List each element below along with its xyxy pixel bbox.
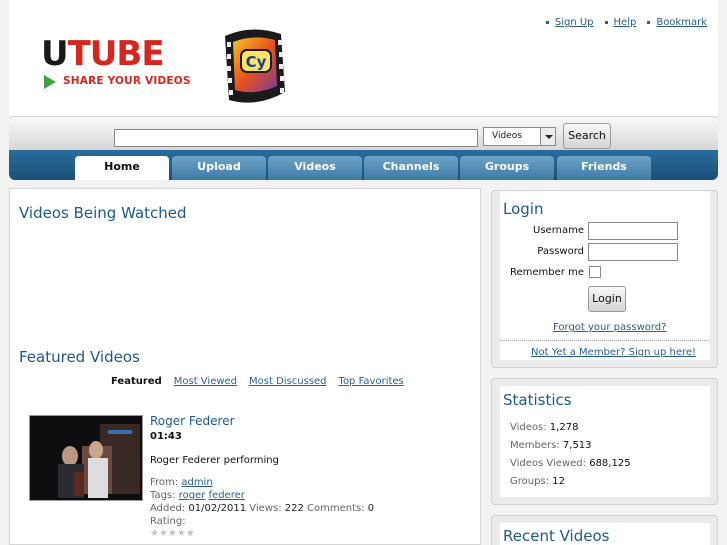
tag-link[interactable]: roger xyxy=(179,490,206,501)
bookmark-link-wrap: Bookmark xyxy=(647,17,707,28)
svg-text:Cy: Cy xyxy=(246,53,267,71)
stat-value: 12 xyxy=(552,476,565,487)
added-value: 01/02/2011 xyxy=(188,503,247,514)
logo-letter-u: U xyxy=(41,34,69,74)
watched-title: Videos Being Watched xyxy=(19,204,187,222)
bullet-icon xyxy=(604,20,608,24)
tab-videos[interactable]: Videos xyxy=(268,156,362,180)
video-duration: 01:43 xyxy=(150,431,182,442)
signup-link-wrap: Sign Up xyxy=(545,17,594,28)
tab-upload[interactable]: Upload xyxy=(172,156,266,180)
comments-value: 0 xyxy=(367,503,375,514)
added-label: Added: xyxy=(150,503,186,514)
password-label: Password xyxy=(537,246,584,257)
video-from: From: admin xyxy=(150,477,213,488)
stat-value: 688,125 xyxy=(589,458,631,469)
stat-value: 7,513 xyxy=(562,440,592,451)
recent-videos-title: Recent Videos xyxy=(503,527,610,545)
logo-tagline: SHARE YOUR VIDEOS xyxy=(63,75,191,87)
search-button[interactable]: Search xyxy=(563,123,611,149)
logo-wordmark: UTUBE xyxy=(41,34,165,74)
tab-groups[interactable]: Groups xyxy=(460,156,554,180)
tab-channels[interactable]: Channels xyxy=(364,156,458,180)
stat-label: Videos: xyxy=(510,422,547,433)
subtab-most-discussed[interactable]: Most Discussed xyxy=(249,376,327,387)
stat-label: Videos Viewed: xyxy=(510,458,587,469)
logo-letters-tube: TUBE xyxy=(67,34,165,74)
stat-groups: Groups: 12 xyxy=(510,476,565,487)
help-link[interactable]: Help xyxy=(614,17,637,28)
recent-videos-box: Recent Videos xyxy=(491,515,718,545)
rating-stars-icon: ★★★★★ xyxy=(150,528,195,539)
stat-videos: Videos: 1,278 xyxy=(510,422,578,433)
search-type-select[interactable]: Videos xyxy=(483,127,556,146)
site-logo[interactable]: UTUBE SHARE YOUR VIDEOS Cy xyxy=(41,26,291,110)
signup-link[interactable]: Sign Up xyxy=(555,17,594,28)
page: Sign Up Help Bookmark UTUBE SHARE YOUR V… xyxy=(0,0,727,545)
stat-label: Groups: xyxy=(510,476,550,487)
header: Sign Up Help Bookmark UTUBE SHARE YOUR V… xyxy=(9,0,718,116)
forgot-password-link[interactable]: Forgot your password? xyxy=(553,322,666,333)
divider xyxy=(500,340,709,341)
video-title-link[interactable]: Roger Federer xyxy=(150,414,235,428)
stat-value: 1,278 xyxy=(549,422,579,433)
video-stats: Added: 01/02/2011 Views: 222 Comments: 0 xyxy=(150,503,374,514)
main-nav: Home Upload Videos Channels Groups Frien… xyxy=(9,150,718,180)
video-tags: Tags: roger federer xyxy=(150,490,245,501)
comments-label: Comments: xyxy=(307,503,365,514)
stat-label: Members: xyxy=(510,440,560,451)
username-field[interactable] xyxy=(588,222,678,240)
login-title: Login xyxy=(503,200,544,218)
remember-checkbox[interactable] xyxy=(589,266,601,278)
tab-home[interactable]: Home xyxy=(75,156,169,180)
tab-friends[interactable]: Friends xyxy=(557,156,651,180)
stat-members: Members: 7,513 xyxy=(510,440,592,451)
subtab-top-favorites[interactable]: Top Favorites xyxy=(339,376,404,387)
search-bar: Videos Search xyxy=(9,116,718,150)
video-author-link[interactable]: admin xyxy=(181,477,212,488)
password-field[interactable] xyxy=(588,243,678,261)
statistics-box: Statistics Videos: 1,278 Members: 7,513 … xyxy=(491,378,718,505)
video-thumbnail-image xyxy=(30,416,142,500)
help-link-wrap: Help xyxy=(604,17,637,28)
chevron-down-icon[interactable] xyxy=(540,128,555,145)
search-input[interactable] xyxy=(114,129,478,147)
bullet-icon xyxy=(647,20,651,24)
username-label: Username xyxy=(533,225,584,236)
video-thumbnail[interactable] xyxy=(29,415,143,501)
stat-videos-viewed: Videos Viewed: 688,125 xyxy=(510,458,631,469)
login-button[interactable]: Login xyxy=(588,286,626,312)
views-value: 222 xyxy=(284,503,304,514)
bullet-icon xyxy=(545,20,549,24)
featured-subtabs: Featured Most Viewed Most Discussed Top … xyxy=(111,376,404,387)
featured-title: Featured Videos xyxy=(19,348,140,366)
top-links: Sign Up Help Bookmark xyxy=(545,17,707,28)
tags-label: Tags: xyxy=(150,490,176,501)
subtab-most-viewed[interactable]: Most Viewed xyxy=(174,376,237,387)
film-reel-icon: Cy xyxy=(225,29,285,103)
signup-here-link[interactable]: Not Yet a Member? Sign up here! xyxy=(531,347,696,358)
play-icon xyxy=(44,75,56,89)
views-label: Views: xyxy=(249,503,282,514)
from-label: From: xyxy=(150,477,179,488)
search-type-value: Videos xyxy=(492,131,522,141)
remember-label: Remember me xyxy=(510,267,584,278)
login-box: Login Username Password Remember me Logi… xyxy=(491,190,718,368)
bookmark-link[interactable]: Bookmark xyxy=(656,17,707,28)
statistics-title: Statistics xyxy=(503,391,572,409)
video-rating-label: Rating: xyxy=(150,516,186,527)
video-description: Roger Federer performing xyxy=(150,455,279,466)
subtab-featured[interactable]: Featured xyxy=(111,376,162,387)
tag-link[interactable]: federer xyxy=(209,490,245,501)
